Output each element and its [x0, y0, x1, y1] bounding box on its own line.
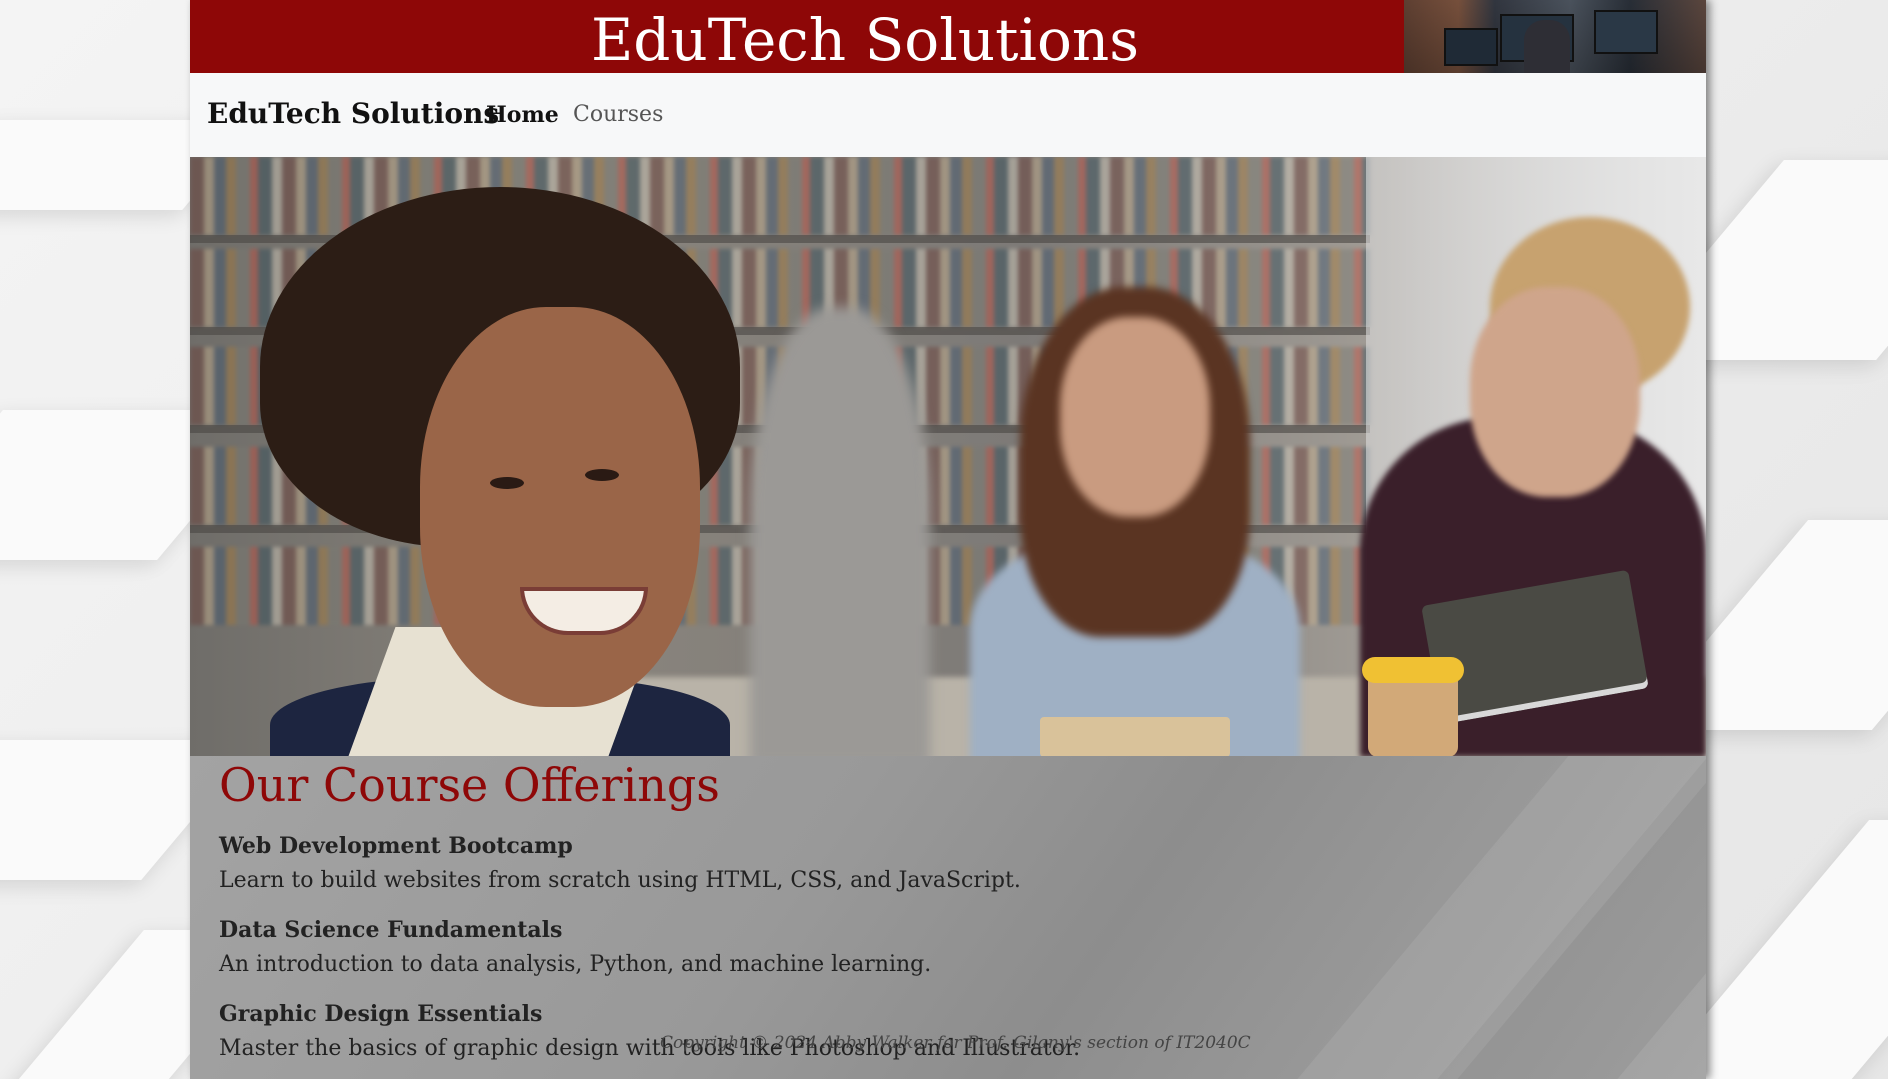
person-graphic — [420, 307, 700, 707]
site-container: EduTech Solutions EduTech Solutions Home… — [190, 0, 1706, 1079]
course-description: An introduction to data analysis, Python… — [219, 952, 932, 977]
book-graphic — [1040, 717, 1230, 756]
course-description: Learn to build websites from scratch usi… — [219, 868, 1021, 893]
person-graphic — [585, 469, 619, 481]
banner-image — [1404, 0, 1706, 73]
monitor-graphic — [1444, 28, 1498, 66]
nav-link-courses[interactable]: Courses — [573, 102, 663, 127]
monitor-graphic — [1594, 10, 1658, 54]
nav-link-home[interactable]: Home — [486, 102, 559, 128]
section-title: Our Course Offerings — [219, 758, 720, 812]
hero-image — [190, 157, 1706, 756]
course-title: Graphic Design Essentials — [219, 1001, 543, 1027]
course-title: Web Development Bootcamp — [219, 833, 573, 859]
banner-title: EduTech Solutions — [590, 6, 1140, 74]
footer-copyright: Copyright © 2024 Abby Walker for Prof. G… — [660, 1033, 1251, 1053]
navbar-brand[interactable]: EduTech Solutions — [207, 97, 499, 130]
cup-graphic — [1362, 657, 1464, 683]
course-title: Data Science Fundamentals — [219, 917, 563, 943]
person-graphic — [490, 477, 524, 489]
person-graphic — [1470, 287, 1640, 497]
navbar: EduTech Solutions Home Courses — [190, 73, 1706, 157]
person-graphic — [1524, 20, 1570, 73]
person-graphic — [1060, 317, 1210, 517]
course-offerings-section: Our Course Offerings Web Development Boo… — [190, 756, 1706, 1079]
person-graphic — [750, 307, 930, 756]
top-banner: EduTech Solutions — [190, 0, 1706, 74]
